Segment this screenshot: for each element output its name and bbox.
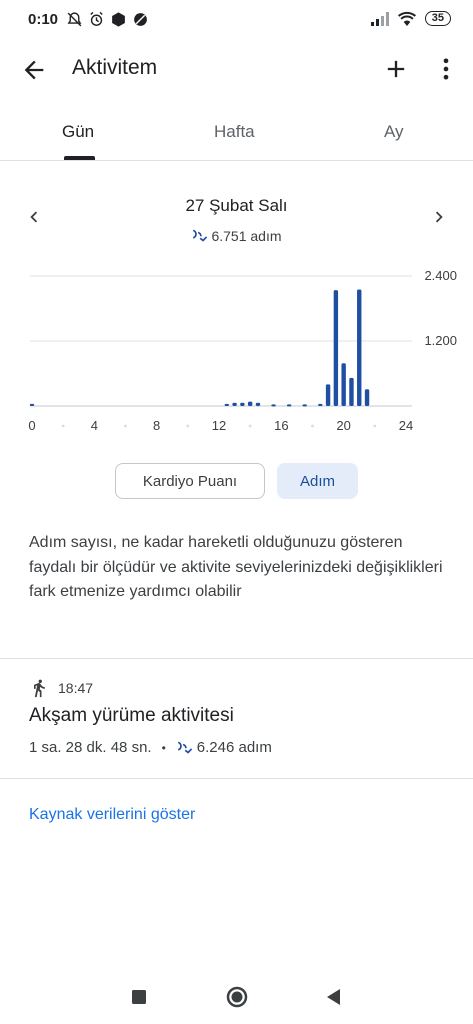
cardio-points-chip[interactable]: Kardiyo Puanı bbox=[115, 463, 265, 499]
back-arrow-icon[interactable] bbox=[20, 56, 48, 84]
day-steps: 6.751 adım bbox=[0, 228, 473, 244]
chart-bar bbox=[302, 404, 307, 407]
steps-icon bbox=[177, 741, 192, 754]
x-tick-label: 20 bbox=[336, 418, 350, 433]
chart-bar bbox=[240, 402, 245, 406]
page-title: Aktivitem bbox=[72, 56, 158, 79]
chart-bar bbox=[364, 389, 370, 406]
activity-title[interactable]: Akşam yürüme aktivitesi bbox=[29, 705, 234, 727]
x-minor-tick bbox=[373, 424, 377, 428]
steps-chip[interactable]: Adım bbox=[277, 463, 358, 499]
status-bar: 0:10 35 bbox=[0, 0, 473, 40]
wifi-icon bbox=[397, 11, 416, 26]
x-tick-label: 0 bbox=[28, 418, 35, 433]
recents-icon[interactable] bbox=[126, 984, 152, 1010]
day-steps-value: 6.751 adım bbox=[211, 228, 282, 244]
steps-description: Adım sayısı, ne kadar hareketli olduğunu… bbox=[29, 534, 443, 600]
x-minor-tick bbox=[124, 424, 127, 428]
chart-bar bbox=[341, 363, 346, 406]
tab-month[interactable]: Ay bbox=[384, 122, 404, 142]
tab-indicator bbox=[64, 156, 95, 160]
more-vert-icon[interactable] bbox=[432, 55, 460, 83]
chart-bar bbox=[286, 404, 292, 407]
notifications-off-icon bbox=[67, 12, 82, 27]
y-tick-label: 1.200 bbox=[424, 333, 457, 348]
x-tick-label: 24 bbox=[399, 418, 413, 433]
chart-bar bbox=[357, 289, 362, 406]
tab-day[interactable]: Gün bbox=[62, 122, 94, 142]
chart-bar bbox=[247, 401, 253, 406]
chart-bar bbox=[325, 384, 331, 406]
chart-bar bbox=[232, 402, 237, 406]
x-tick-label: 4 bbox=[91, 418, 98, 433]
tab-week[interactable]: Hafta bbox=[214, 122, 255, 142]
app-bar: Aktivitem bbox=[0, 40, 473, 98]
alarm-icon bbox=[90, 11, 103, 26]
steps-icon bbox=[193, 229, 208, 242]
status-right: 35 bbox=[370, 11, 451, 26]
system-nav-bar bbox=[0, 970, 473, 1024]
walking-icon bbox=[34, 679, 45, 698]
back-nav-icon[interactable] bbox=[321, 984, 347, 1010]
separator-dot: • bbox=[161, 740, 166, 755]
divider bbox=[0, 658, 473, 659]
activity-steps: 6.246 adım bbox=[196, 739, 272, 756]
x-minor-tick bbox=[311, 424, 314, 428]
chart-bar bbox=[318, 403, 323, 406]
chart-bar bbox=[29, 403, 35, 406]
chart-bar bbox=[255, 402, 261, 406]
x-tick-label: 12 bbox=[212, 418, 226, 433]
chart-bar bbox=[271, 404, 276, 407]
package-icon bbox=[112, 12, 125, 27]
x-minor-tick bbox=[61, 424, 65, 428]
x-minor-tick bbox=[248, 424, 252, 428]
y-tick-label: 2.400 bbox=[424, 268, 457, 283]
date-title: 27 Şubat Salı bbox=[185, 196, 288, 215]
x-tick-label: 8 bbox=[153, 418, 160, 433]
plus-icon[interactable] bbox=[382, 55, 410, 83]
activity-duration: 1 sa. 28 dk. 48 sn. bbox=[29, 739, 152, 756]
steps-chart: 0 4 8 12 16 20 24 1.200 2.400 bbox=[28, 268, 457, 433]
show-source-data-link[interactable]: Kaynak verilerini göster bbox=[29, 806, 195, 824]
chart-bar bbox=[333, 290, 339, 406]
status-time: 0:10 bbox=[28, 11, 59, 28]
signal-icon bbox=[370, 11, 389, 26]
no-disturb-icon bbox=[134, 13, 147, 26]
chart-bar bbox=[349, 377, 354, 406]
divider bbox=[0, 778, 473, 779]
x-tick-label: 16 bbox=[274, 418, 288, 433]
activity-meta: 1 sa. 28 dk. 48 sn. • 6.246 adım bbox=[29, 739, 272, 756]
battery-indicator: 35 bbox=[424, 11, 451, 26]
period-tabs: Gün Hafta Ay bbox=[0, 104, 473, 161]
home-icon[interactable] bbox=[224, 984, 250, 1010]
chart-bar bbox=[224, 403, 229, 406]
status-icons bbox=[66, 11, 149, 28]
chevron-right-icon[interactable] bbox=[428, 206, 450, 228]
activity-time[interactable]: 18:47 bbox=[58, 680, 93, 696]
x-minor-tick bbox=[186, 424, 190, 428]
